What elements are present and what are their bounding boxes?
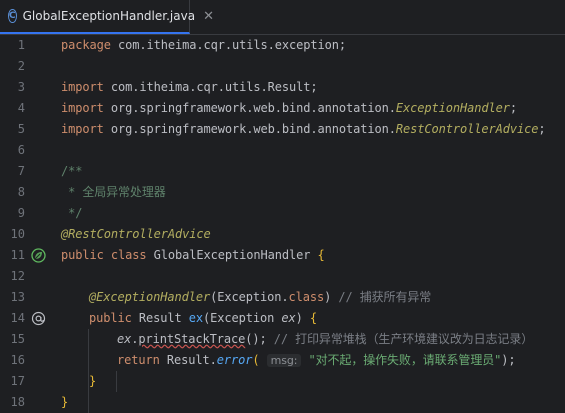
code-text: public Result ex(Exception ex) { [89,311,317,325]
code-line: 1 package com.itheima.cqr.utils.exceptio… [0,35,565,56]
bean-leaf-icon[interactable] [31,248,46,263]
code-line: 11 public class GlobalExceptionHandler { [0,245,565,266]
code-text: } [89,374,97,388]
code-line: 14 public Result ex(Exception ex) { [0,308,565,329]
code-text: @ExceptionHandler(Exception.class) // 捕获… [89,290,432,304]
line-number: 10 [10,227,25,241]
code-line: 7 /** [0,161,565,182]
code-line: 8 * 全局异常处理器 [0,182,565,203]
code-line: 15 ex.printStackTrace(); // 打印异常堆栈（生产环境建… [0,329,565,350]
doc-comment: */ [61,206,83,220]
code-line: 13 @ExceptionHandler(Exception.class) //… [0,287,565,308]
code-text: import org.springframework.web.bind.anno… [61,101,517,115]
line-number: 12 [10,269,25,283]
code-line: 4 import org.springframework.web.bind.an… [0,98,565,119]
close-icon[interactable]: ✕ [203,9,214,24]
line-number: 16 [10,353,25,367]
line-number: 9 [17,206,25,220]
code-text: package com.itheima.cqr.utils.exception; [61,38,346,52]
line-number: 6 [17,143,25,157]
code-text: return Result.error( msg: "对不起，操作失败，请联系管… [117,353,516,367]
code-line: 16 return Result.error( msg: "对不起，操作失败，请… [0,350,565,371]
code-text: import org.springframework.web.bind.anno… [61,122,546,136]
line-number: 5 [17,122,25,136]
code-line: 17 } [0,371,565,392]
code-text: import com.itheima.cqr.utils.Result; [61,80,318,94]
code-line: 12 [0,266,565,287]
parameter-hint: msg: [266,354,302,367]
code-line: 9 */ [0,203,565,224]
line-number: 2 [17,59,25,73]
code-line: 10 @RestControllerAdvice [0,224,565,245]
line-number: 7 [17,164,25,178]
line-number: 4 [17,101,25,115]
code-text: public class GlobalExceptionHandler { [61,248,325,262]
tab-global-exception-handler[interactable]: C GlobalExceptionHandler.java ✕ [0,0,214,34]
code-line: 3 import com.itheima.cqr.utils.Result; [0,77,565,98]
line-number: 3 [17,80,25,94]
line-number: 13 [10,290,25,304]
editor-tab-bar: C GlobalExceptionHandler.java ✕ [0,0,565,35]
doc-comment: /** [61,164,83,178]
code-text: ex.printStackTrace(); // 打印异常堆栈（生产环境建议改为… [117,332,534,346]
code-line: 2 [0,56,565,77]
at-annotation-icon[interactable] [31,311,46,326]
line-number: 8 [17,185,25,199]
java-class-icon: C [8,9,17,23]
code-editor[interactable]: 1 package com.itheima.cqr.utils.exceptio… [0,35,565,413]
line-number: 14 [10,311,25,325]
annotation: @RestControllerAdvice [61,227,211,241]
tab-title: GlobalExceptionHandler.java [22,9,196,23]
line-number: 15 [10,332,25,346]
code-line: 5 import org.springframework.web.bind.an… [0,119,565,140]
doc-comment: * 全局异常处理器 [61,185,166,199]
line-number: 11 [10,248,25,262]
line-number: 1 [17,38,25,52]
code-line: 6 [0,140,565,161]
line-number: 17 [10,374,25,388]
